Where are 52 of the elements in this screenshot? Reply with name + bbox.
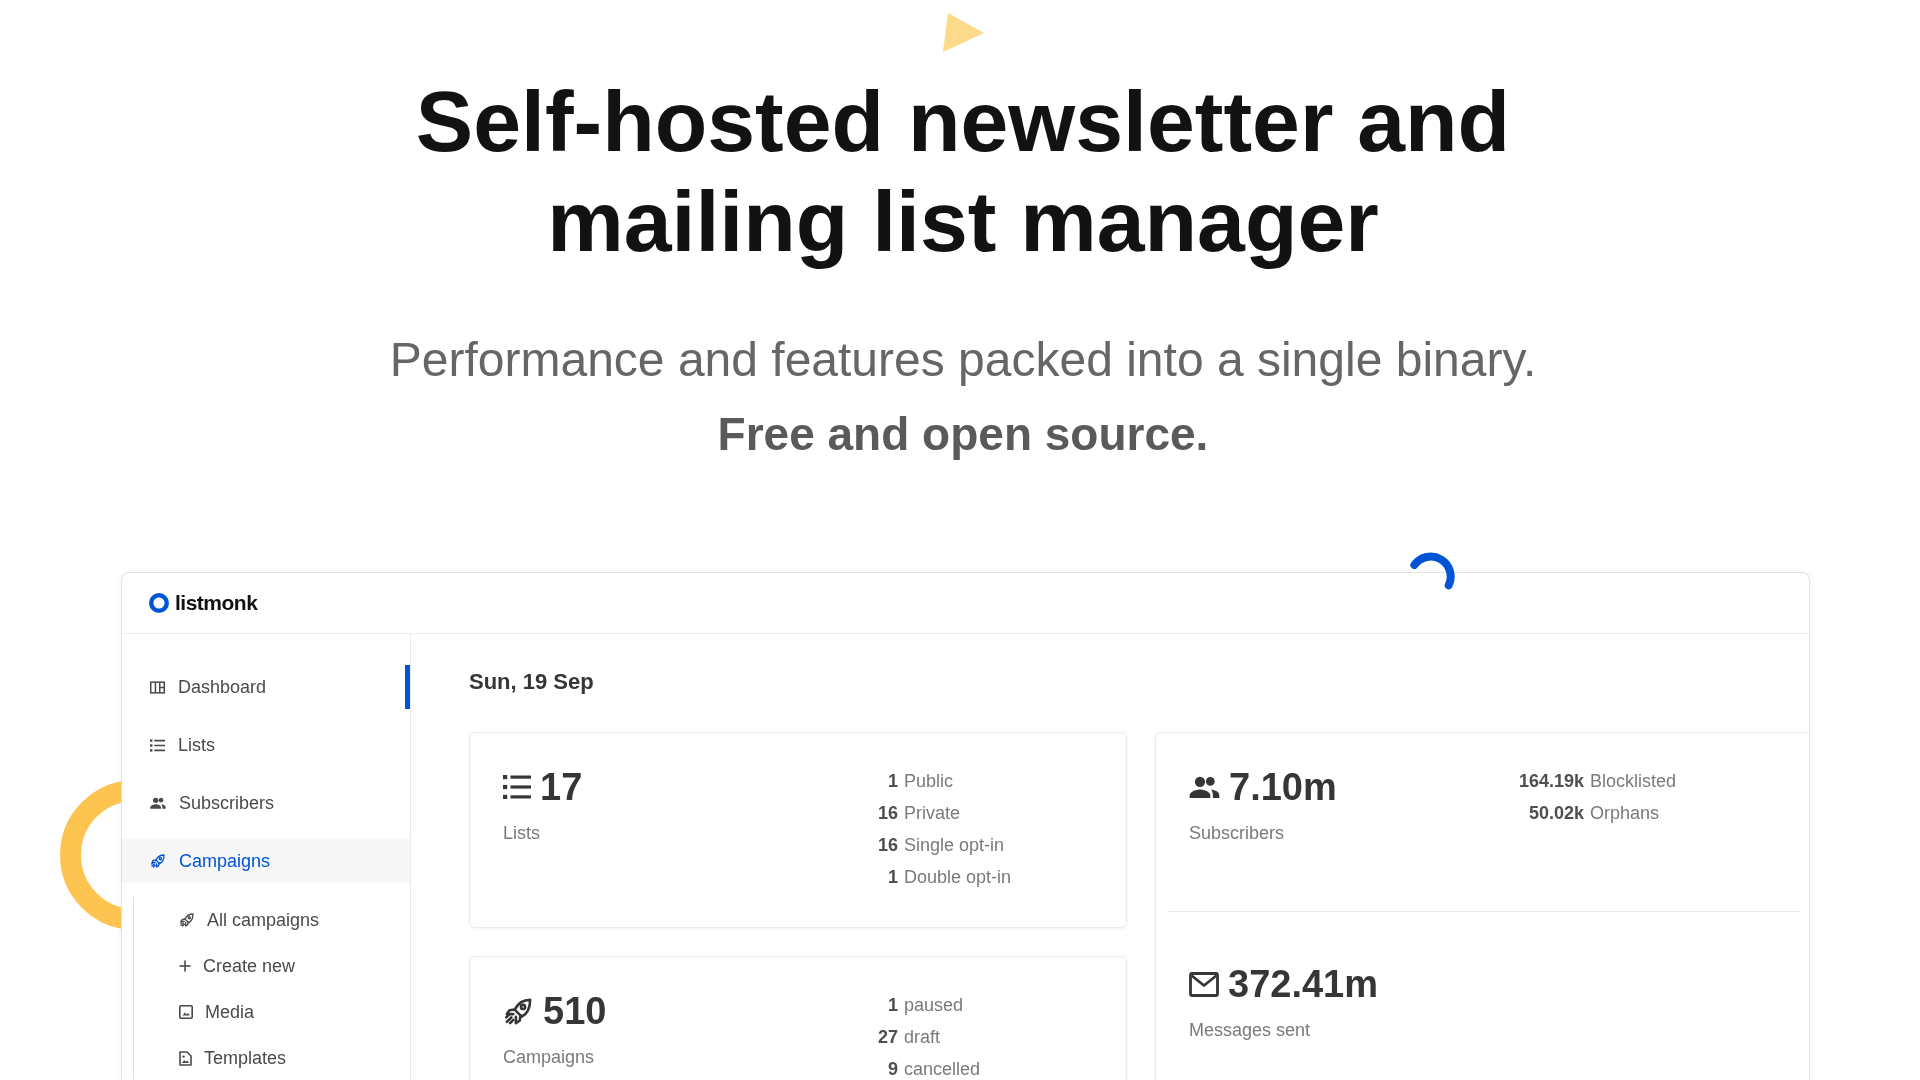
submenu-item[interactable]: Create new	[134, 945, 410, 987]
image-icon	[179, 1005, 193, 1019]
breakdown-label: Blocklisted	[1590, 770, 1677, 792]
file-image-icon	[179, 1050, 192, 1066]
people-icon	[1189, 776, 1220, 798]
stat-value: 7.10m	[1229, 765, 1337, 809]
stat-value: 510	[543, 989, 607, 1033]
stat-value: 17	[540, 765, 583, 809]
breakdown-label: paused	[904, 994, 964, 1016]
stat-label: Messages sent	[1189, 1019, 1312, 1042]
breakdown-count: 50.02k	[1527, 802, 1584, 824]
stat-label: Campaigns	[503, 1046, 596, 1069]
breakdown-label: Double opt-in	[904, 866, 1012, 888]
rocket-icon	[179, 912, 195, 928]
breakdown-count: 1	[887, 770, 898, 792]
page-title: Self-hosted newsletter and mailing list manager	[414, 72, 1512, 271]
ring-logo-icon	[149, 593, 169, 613]
breakdown-label: draft	[904, 1026, 941, 1048]
sidebar-item[interactable]: Lists	[122, 723, 410, 767]
breakdown-label: Private	[904, 802, 961, 824]
breakdown-count: 16	[876, 802, 898, 824]
envelope-icon	[1189, 971, 1219, 997]
date-heading: Sun, 19 Sep	[469, 668, 595, 696]
sidebar-item[interactable]: Subscribers	[122, 781, 410, 825]
breakdown-label: Single opt-in	[904, 834, 1005, 856]
breakdown-label: Orphans	[1590, 802, 1660, 824]
panels-icon	[150, 680, 165, 694]
stat-value: 372.41m	[1228, 962, 1378, 1006]
triangle-decoration	[943, 13, 984, 53]
page-subtitle: Performance and features packed into a single binary.	[389, 332, 1537, 388]
plus-icon	[179, 960, 191, 972]
breakdown-count: 1	[887, 866, 898, 888]
breakdown-count: 9	[887, 1058, 898, 1080]
submenu-item[interactable]: All campaigns	[134, 899, 410, 941]
logo-text[interactable]: listmonk	[175, 591, 258, 615]
breakdown-label: cancelled	[904, 1058, 981, 1080]
list-icon	[150, 738, 165, 752]
list-icon	[503, 775, 531, 799]
sidebar-item[interactable]: Dashboard	[122, 665, 410, 709]
breakdown-count: 27	[876, 1026, 898, 1048]
rocket-icon	[150, 853, 166, 869]
people-icon	[150, 797, 166, 809]
sidebar-item[interactable]: Campaigns	[122, 839, 410, 883]
breakdown-count: 16	[876, 834, 898, 856]
submenu-item[interactable]: Media	[134, 991, 410, 1033]
tagline: Free and open source.	[717, 407, 1209, 462]
breakdown-label: Public	[904, 770, 954, 792]
breakdown-count: 164.19k	[1517, 770, 1584, 792]
submenu-item[interactable]: Templates	[134, 1037, 410, 1079]
stat-label: Lists	[503, 822, 541, 845]
stat-label: Subscribers	[1189, 822, 1286, 845]
breakdown-count: 1	[887, 994, 898, 1016]
